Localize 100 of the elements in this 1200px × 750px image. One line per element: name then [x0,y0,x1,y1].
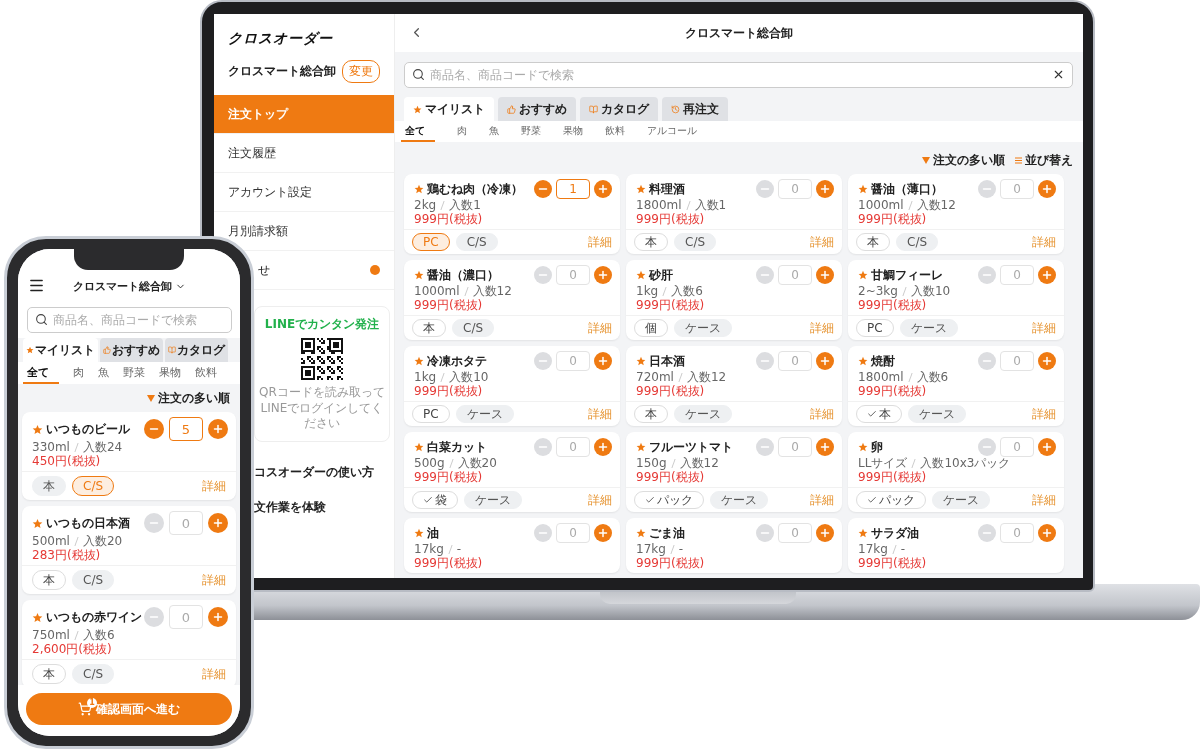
unit-option[interactable]: PC [856,319,894,337]
plus-button[interactable] [594,438,612,456]
product-name: ごま油 [649,524,685,542]
search-field[interactable]: 商品名、商品コードで検索 [27,307,232,333]
star-icon [858,356,868,366]
unit-option[interactable]: パック [856,491,926,509]
category-tab[interactable]: 果物 [563,121,583,142]
plus-icon [597,183,609,195]
plus-button[interactable] [594,266,612,284]
sort-button[interactable]: 並び替え [1015,152,1073,169]
store-selector[interactable]: クロスマート総合卸 [72,278,186,294]
sidebar-link[interactable]: 文作業を体験 [254,498,394,516]
unit-option[interactable]: ケース [674,319,732,337]
product-name: 甘鯛フィーレ [871,266,943,284]
category-tab[interactable]: 野菜 [123,362,145,384]
plus-button[interactable] [816,266,834,284]
product-price: 999円(税抜) [414,470,484,484]
tab[interactable]: マイリスト [404,97,494,121]
line-card-title: LINEでカンタン発注 [264,316,380,333]
plus-button[interactable] [816,352,834,370]
product-size: 17kg [414,543,444,556]
category-tab[interactable]: 魚 [489,121,499,142]
category-tab[interactable]: 野菜 [521,121,541,142]
unit-option[interactable]: ケース [674,405,732,423]
category-tab[interactable]: 飲料 [605,121,625,142]
minus-button[interactable] [144,419,164,439]
tab[interactable]: カタログ [580,97,658,121]
sidebar-item[interactable]: アカウント設定 [214,173,394,212]
unit-option[interactable]: 本 [856,405,902,423]
unit-option[interactable]: C/S [72,664,115,684]
search-field[interactable]: 商品名、商品コードで検索 [404,62,1073,88]
product-price: 999円(税抜) [636,556,706,570]
category-tab[interactable]: 肉 [457,121,467,142]
line-card-caption: QRコードを読み取って LINEでログインしてください [258,385,386,432]
category-tab[interactable]: 果物 [159,362,181,384]
unit-option[interactable]: 本 [856,233,890,251]
plus-icon [597,441,609,453]
tab[interactable]: おすすめ [100,338,163,362]
unit-option[interactable]: 本 [32,664,66,684]
plus-button[interactable] [1038,266,1056,284]
tab[interactable]: カタログ [165,338,228,362]
unit-option[interactable]: 本 [634,405,668,423]
sort-order-button[interactable]: 注文の多い順 [922,152,1005,169]
unit-option[interactable]: C/S [72,570,115,590]
unit-option[interactable]: C/S [896,233,939,251]
plus-button[interactable] [1038,438,1056,456]
category-tab[interactable]: 肉 [73,362,84,384]
unit-option[interactable]: C/S [674,233,717,251]
search-icon [412,68,425,81]
unit-option[interactable]: ケース [464,491,522,509]
sidebar-item[interactable]: せ [254,251,394,290]
product-name: いつものビール [46,420,130,438]
plus-button[interactable] [208,419,228,439]
plus-button[interactable] [594,524,612,542]
star-icon [636,356,646,366]
unit-option[interactable]: PC [412,405,450,423]
category-tab[interactable]: 飲料 [195,362,217,384]
tab[interactable]: 再注文 [662,97,728,121]
tab[interactable]: マイリスト [23,338,98,362]
unit-option[interactable]: ケース [932,491,990,509]
plus-button[interactable] [816,438,834,456]
unit-option[interactable]: 個 [634,319,668,337]
star-icon [414,356,424,366]
unit-option[interactable]: ケース [455,405,514,423]
unit-option[interactable]: パック [634,491,704,509]
unit-option[interactable]: 袋 [412,491,458,509]
plus-button[interactable] [816,180,834,198]
unit-option[interactable]: ケース [908,405,966,423]
plus-button[interactable] [594,180,612,198]
category-tab[interactable]: 魚 [98,362,109,384]
plus-button[interactable] [816,524,834,542]
plus-button[interactable] [208,607,228,627]
minus-button[interactable] [534,180,552,198]
plus-button[interactable] [208,513,228,533]
plus-button[interactable] [594,352,612,370]
pack-count: - [678,543,684,556]
unit-option[interactable]: ケース [899,319,958,337]
unit-option[interactable]: 本 [412,319,446,337]
unit-option[interactable]: C/S [455,233,498,251]
unit-option[interactable]: 本 [32,570,66,590]
sidebar-item[interactable]: 注文履歴 [214,134,394,173]
product-price: 2,600円(税抜) [32,642,113,656]
unit-option[interactable]: 本 [634,233,668,251]
plus-button[interactable] [1038,524,1056,542]
sort-order-button[interactable]: 注文の多い順 [147,390,230,407]
triangle-down-icon [147,395,155,402]
tab[interactable]: おすすめ [498,97,576,121]
unit-option[interactable]: ケース [710,491,768,509]
plus-button[interactable] [1038,352,1056,370]
product-price: 999円(税抜) [414,212,484,226]
menu-button[interactable] [28,277,45,294]
plus-button[interactable] [1038,180,1056,198]
category-tab[interactable]: 全て [401,121,435,142]
category-tab[interactable]: アルコール [647,121,697,142]
unit-option[interactable]: 本 [32,476,66,496]
category-tab[interactable]: 全て [23,362,59,384]
product-size: 720ml [636,371,674,384]
sidebar-link[interactable]: コスオーダーの使い方 [254,463,394,481]
unit-option[interactable]: C/S [452,319,495,337]
clear-button[interactable] [1052,68,1065,81]
